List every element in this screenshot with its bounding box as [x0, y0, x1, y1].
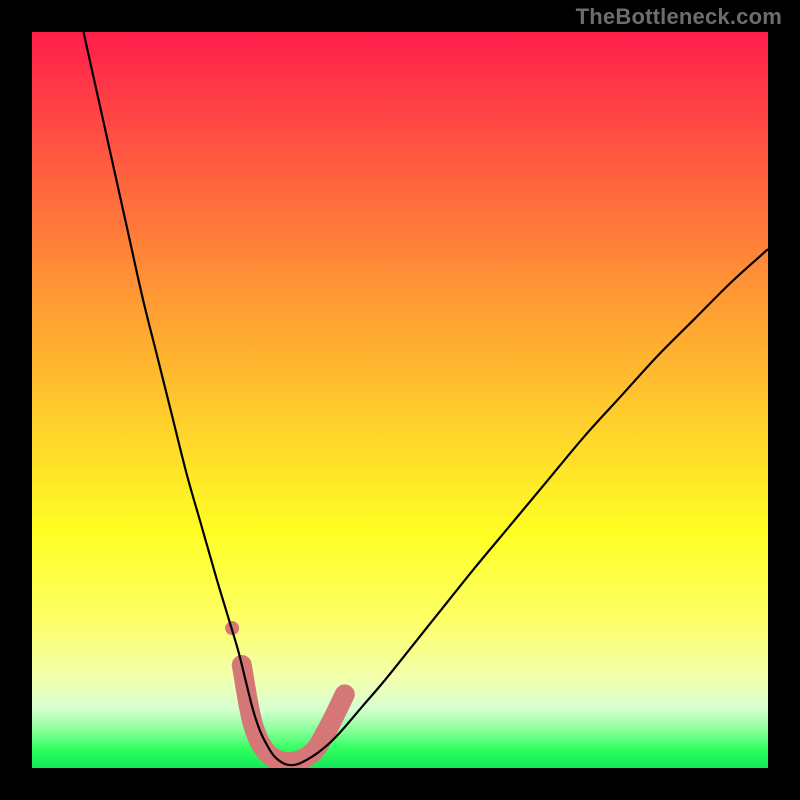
valley-marker: [242, 665, 345, 762]
plot-area: [32, 32, 768, 768]
watermark-text: TheBottleneck.com: [576, 4, 782, 30]
chart-frame: TheBottleneck.com: [0, 0, 800, 800]
bottleneck-curve: [84, 32, 768, 765]
annotations-layer: [225, 621, 345, 762]
chart-svg: [32, 32, 768, 768]
series-layer: [84, 32, 768, 765]
